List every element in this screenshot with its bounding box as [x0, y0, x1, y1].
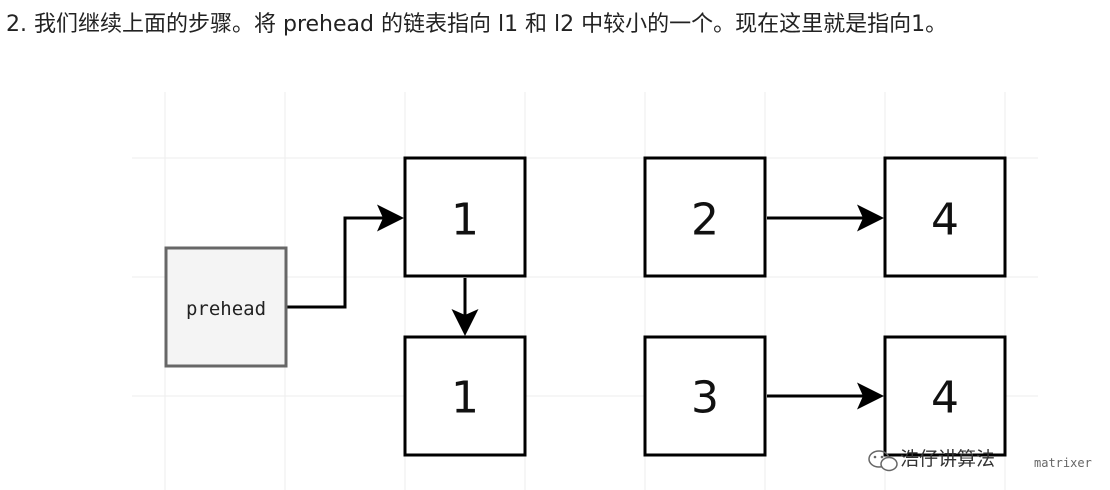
l2-top-first-node: 2 — [643, 156, 767, 278]
l1-second-node: 1 — [403, 335, 527, 457]
l2-bottom-first-value: 3 — [691, 373, 719, 424]
watermark: 浩仔讲算法 matrixer — [868, 448, 1092, 472]
l1-first-value: 1 — [451, 195, 479, 246]
prehead-label: prehead — [186, 298, 266, 320]
prehead-to-l1-arrow — [287, 204, 404, 309]
l2-bottom-first-node: 3 — [643, 335, 767, 457]
l2-top-second-value: 4 — [931, 195, 959, 246]
l2-bottom-second-node: 4 — [883, 335, 1007, 457]
l2-top-first-value: 2 — [691, 195, 719, 246]
l1-second-value: 1 — [451, 373, 479, 424]
l2-top-second-node: 4 — [883, 156, 1007, 278]
watermark-handle: matrixer — [1034, 456, 1092, 470]
prehead-node: prehead — [164, 246, 288, 368]
l1-first-node: 1 — [403, 156, 527, 278]
watermark-account-name: 浩仔讲算法 — [900, 448, 995, 470]
l2-bottom-second-value: 4 — [931, 373, 959, 424]
edges — [287, 204, 884, 410]
linked-list-diagram: prehead 1 1 2 4 3 4 浩仔讲算法 matrixer — [132, 92, 1092, 490]
